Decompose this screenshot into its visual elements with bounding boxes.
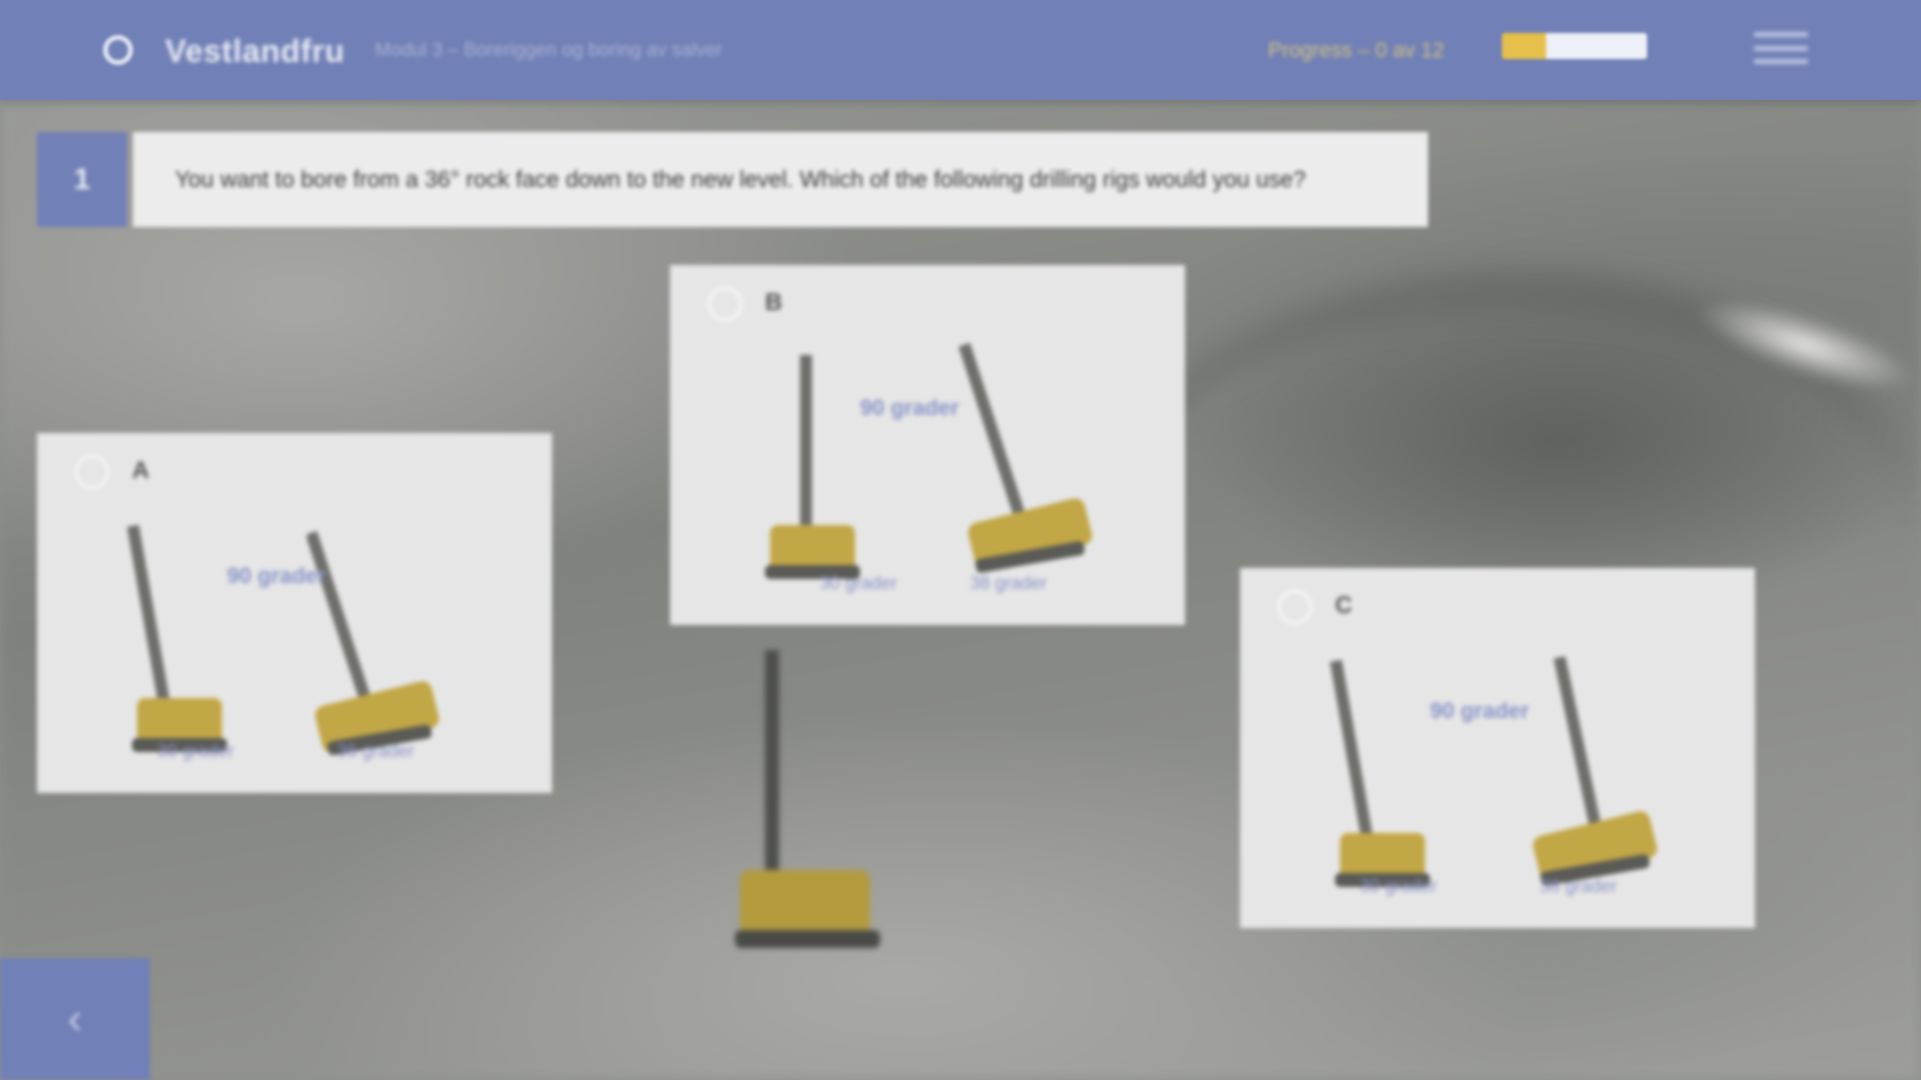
angle-label-right: 36 grader bbox=[337, 741, 415, 761]
drill-rig-90-icon bbox=[1329, 659, 1430, 887]
menu-line bbox=[1754, 45, 1808, 51]
top-header: Vestlandfru Modul 3 – Boreriggen og bori… bbox=[0, 0, 1921, 100]
radio-unselected-icon[interactable] bbox=[75, 455, 109, 489]
angle-label-left: 30 grader bbox=[820, 573, 898, 593]
question-text: You want to bore from a 36° rock face do… bbox=[133, 132, 1428, 227]
angle-label-right: 38 grader bbox=[970, 573, 1048, 593]
angle-label-left: 30 grader bbox=[157, 741, 235, 761]
angle-label-center: 90 grader bbox=[1430, 698, 1530, 723]
brand-name[interactable]: Vestlandfru bbox=[165, 33, 345, 70]
radio-unselected-icon[interactable] bbox=[708, 287, 742, 321]
chevron-left-icon[interactable]: ‹ bbox=[0, 958, 150, 1080]
answer-option-a[interactable]: A 90 grader 30 grader 36 grader bbox=[37, 433, 552, 793]
answer-option-c[interactable]: C 90 grader 30 grader 38 grader bbox=[1240, 568, 1755, 928]
option-letter: C bbox=[1335, 592, 1353, 619]
progress-label: Progress – 0 av 12 bbox=[1268, 39, 1445, 62]
option-letter: A bbox=[132, 457, 150, 484]
progress-bar-fill bbox=[1502, 33, 1546, 59]
angle-label-left: 30 grader bbox=[1360, 876, 1438, 896]
menu-line bbox=[1754, 59, 1808, 64]
drill-rig-90-icon bbox=[765, 355, 860, 579]
drill-rig-angled-icon bbox=[958, 342, 1092, 573]
option-letter: B bbox=[765, 289, 783, 316]
logo-mark-icon bbox=[103, 35, 133, 65]
course-title: Modul 3 – Boreriggen og boring av salver bbox=[375, 40, 723, 61]
progress-bar bbox=[1502, 33, 1647, 59]
drill-rig-90-icon bbox=[126, 524, 227, 752]
question-number: 1 bbox=[37, 132, 127, 227]
angle-label-center: 90 grader bbox=[860, 395, 960, 420]
answer-option-b[interactable]: B 90 grader 30 grader 38 grader bbox=[670, 265, 1185, 625]
angle-label-right: 38 grader bbox=[1540, 876, 1618, 896]
hamburger-menu-icon[interactable] bbox=[1748, 28, 1814, 68]
drill-rig-scene-icon bbox=[735, 650, 880, 948]
menu-line bbox=[1754, 32, 1808, 37]
radio-unselected-icon[interactable] bbox=[1278, 590, 1312, 624]
drill-rig-angled-icon bbox=[307, 530, 439, 756]
angle-label-center: 90 grader bbox=[227, 563, 327, 588]
drill-rig-angled-icon bbox=[1533, 656, 1657, 886]
